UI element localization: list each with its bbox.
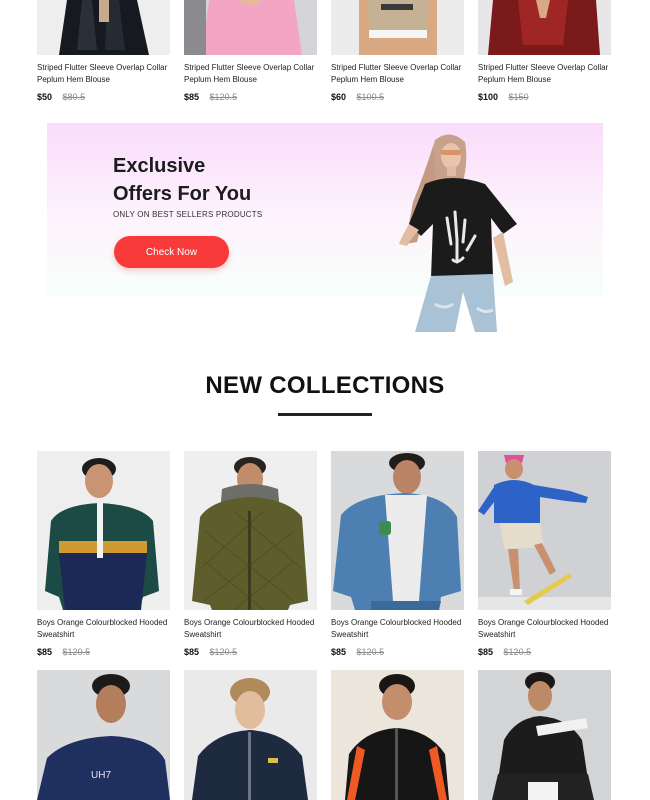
product-old-price: $120.5 — [356, 647, 385, 657]
product-prices: $85 $120.5 — [478, 647, 611, 658]
product-image[interactable] — [37, 451, 170, 610]
product-price: $85 — [37, 647, 53, 657]
section-title-underline — [278, 413, 372, 416]
product-old-price: $120.5 — [209, 647, 238, 657]
product-card[interactable]: Striped Flutter Sleeve Overlap Collar Pe… — [331, 0, 464, 103]
product-prices: $100 $150 — [478, 92, 611, 103]
product-old-price: $150 — [508, 92, 529, 102]
product-old-price: $120.5 — [503, 647, 532, 657]
product-name[interactable]: Boys Orange Colourblocked Hooded Sweatsh… — [331, 617, 464, 641]
product-price: $85 — [184, 92, 200, 102]
product-image[interactable] — [331, 670, 464, 800]
product-image[interactable] — [478, 670, 611, 800]
section-title: NEW COLLECTIONS — [205, 372, 445, 399]
product-card[interactable]: Boys Orange Colourblocked Hooded Sweatsh… — [478, 451, 611, 658]
product-image[interactable] — [331, 0, 464, 55]
banner-model-image — [395, 132, 523, 332]
product-card[interactable] — [478, 670, 611, 800]
product-name[interactable]: Striped Flutter Sleeve Overlap Collar Pe… — [37, 62, 170, 86]
product-old-price: $80.5 — [62, 92, 86, 102]
product-price: $85 — [184, 647, 200, 657]
product-card[interactable]: Boys Orange Colourblocked Hooded Sweatsh… — [331, 451, 464, 658]
product-row-top: Striped Flutter Sleeve Overlap Collar Pe… — [37, 0, 613, 103]
product-name[interactable]: Boys Orange Colourblocked Hooded Sweatsh… — [478, 617, 611, 641]
product-row-bottom: UH7 — [37, 670, 613, 800]
product-image[interactable] — [331, 451, 464, 610]
product-card[interactable]: Boys Orange Colourblocked Hooded Sweatsh… — [184, 451, 317, 658]
product-card[interactable]: Striped Flutter Sleeve Overlap Collar Pe… — [37, 0, 170, 103]
svg-text:UH7: UH7 — [91, 770, 111, 781]
product-image[interactable] — [478, 0, 611, 55]
product-image[interactable] — [184, 0, 317, 55]
product-price: $85 — [478, 647, 494, 657]
product-image[interactable]: UH7 — [37, 670, 170, 800]
product-image[interactable] — [478, 451, 611, 610]
product-prices: $85 $120.5 — [331, 647, 464, 658]
product-prices: $85 $120.5 — [37, 647, 170, 658]
product-price: $60 — [331, 92, 347, 102]
product-image[interactable] — [184, 670, 317, 800]
product-image[interactable] — [37, 0, 170, 55]
product-name[interactable]: Boys Orange Colourblocked Hooded Sweatsh… — [37, 617, 170, 641]
product-name[interactable]: Striped Flutter Sleeve Overlap Collar Pe… — [331, 62, 464, 86]
product-name[interactable]: Striped Flutter Sleeve Overlap Collar Pe… — [478, 62, 611, 86]
product-name[interactable]: Striped Flutter Sleeve Overlap Collar Pe… — [184, 62, 317, 86]
product-image[interactable] — [184, 451, 317, 610]
product-card[interactable]: Boys Orange Colourblocked Hooded Sweatsh… — [37, 451, 170, 658]
product-old-price: $120.5 — [62, 647, 91, 657]
banner-title-line1: Exclusive — [113, 155, 206, 177]
banner-title-line2: Offers For You — [113, 183, 252, 205]
product-prices: $60 $100.5 — [331, 92, 464, 103]
product-price: $50 — [37, 92, 53, 102]
product-card[interactable]: Striped Flutter Sleeve Overlap Collar Pe… — [184, 0, 317, 103]
product-price: $100 — [478, 92, 499, 102]
product-old-price: $120.5 — [209, 92, 238, 102]
product-prices: $85 $120.5 — [184, 92, 317, 103]
check-now-button[interactable]: Check Now — [114, 236, 229, 268]
product-row-new-collections: Boys Orange Colourblocked Hooded Sweatsh… — [37, 451, 613, 658]
product-prices: $85 $120.5 — [184, 647, 317, 658]
product-card[interactable] — [184, 670, 317, 800]
product-prices: $50 $80.5 — [37, 92, 170, 103]
product-card[interactable]: UH7 — [37, 670, 170, 800]
product-name[interactable]: Boys Orange Colourblocked Hooded Sweatsh… — [184, 617, 317, 641]
product-old-price: $100.5 — [356, 92, 385, 102]
product-card[interactable]: Striped Flutter Sleeve Overlap Collar Pe… — [478, 0, 611, 103]
product-card[interactable] — [331, 670, 464, 800]
product-price: $85 — [331, 647, 347, 657]
banner-subtitle: ONLY ON BEST SELLERS PRODUCTS — [113, 210, 263, 219]
